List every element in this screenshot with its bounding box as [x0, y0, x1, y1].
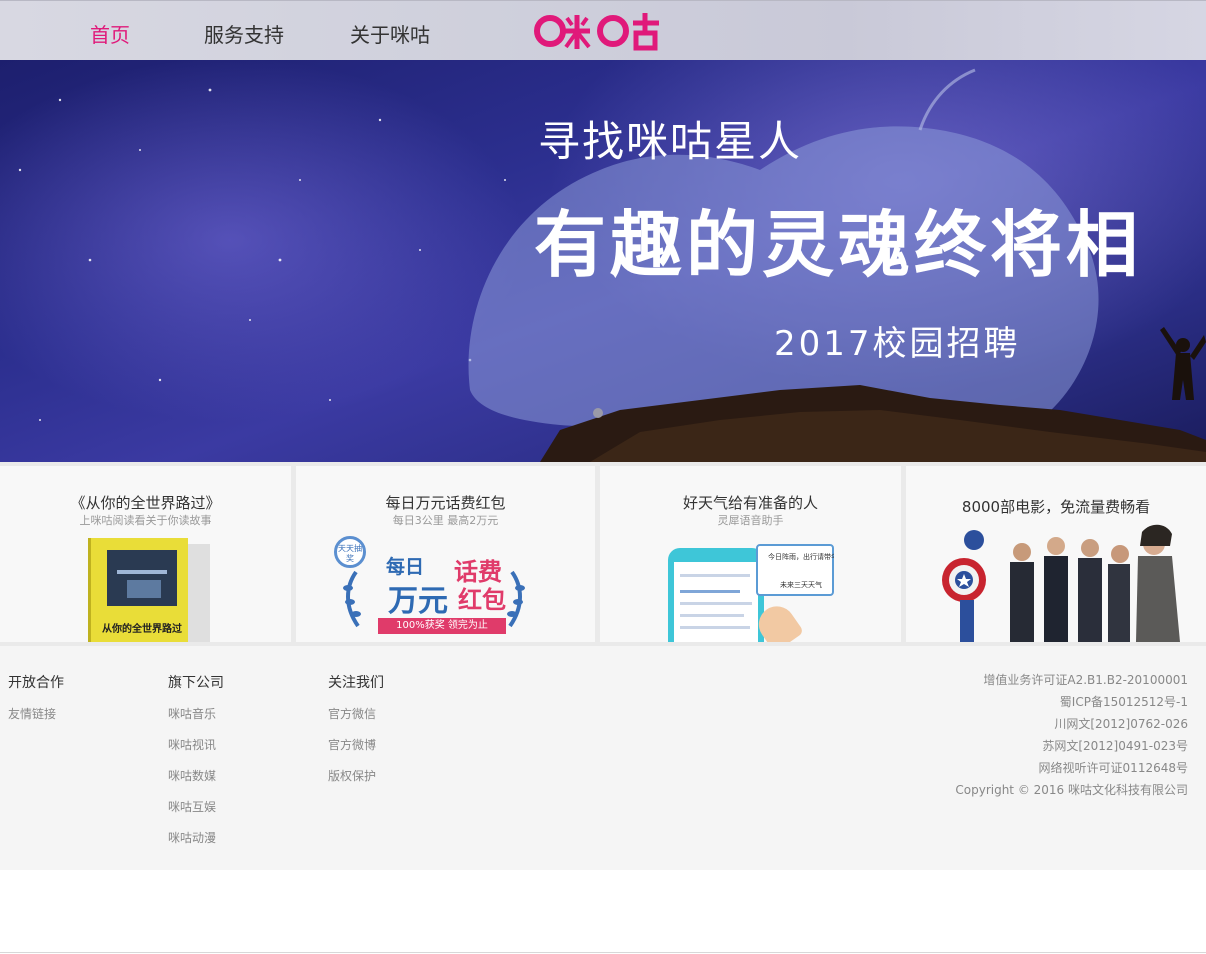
red-envelope-graphic: 天天抽奖 每日 万元 话费 红包 100%获奖 领完为止	[334, 536, 534, 640]
license-icp: 蜀ICP备15012512号-1	[1059, 695, 1188, 709]
footer-legal-info: 增值业务许可证A2.B1.B2-20100001 蜀ICP备15012512号-…	[955, 672, 1188, 804]
migu-logo[interactable]	[533, 9, 665, 53]
footer-link-friend-links[interactable]: 友情链接	[8, 706, 64, 737]
footer-col-subsidiaries: 旗下公司 咪咕音乐 咪咕视讯 咪咕数媒 咪咕互娱 咪咕动漫	[168, 672, 224, 861]
card-subtitle: 灵犀语音助手	[717, 514, 784, 527]
carousel-dot[interactable]	[593, 408, 603, 418]
promo-cards: 《从你的全世界路过》 上咪咕阅读看关于你读故事 从你的全世界路过 每日万元话费红…	[0, 462, 1206, 646]
promo-card-red-envelope[interactable]: 每日万元话费红包 每日3公里 最高2万元 天天抽奖 每日 万元 话费 红包 10…	[296, 466, 595, 642]
page-bottom-divider	[0, 952, 1206, 953]
movie-cast-image	[940, 518, 1186, 642]
license-culture-sichuan: 川网文[2012]0762-026	[1054, 717, 1188, 731]
banner-headline: 有趣的灵魂终将相	[534, 203, 1143, 287]
footer-link-migu-digital-media[interactable]: 咪咕数媒	[168, 768, 224, 799]
weather-bubble-line1: 今日阵雨，出行请带伞。	[768, 553, 834, 561]
nav-service-support[interactable]: 服务支持	[204, 19, 284, 48]
card-title: 《从你的全世界路过》	[70, 494, 221, 512]
card-title: 8000部电影，免流量费畅看	[961, 498, 1151, 516]
nav-about-migu[interactable]: 关于咪咕	[350, 19, 430, 48]
promo-card-voice-assistant[interactable]: 好天气给有准备的人 灵犀语音助手 今日阵雨，出行请带伞。 未来三天天气	[600, 466, 901, 642]
weather-bubble-line2: 未来三天天气	[780, 581, 822, 589]
nav-home[interactable]: 首页	[90, 19, 130, 48]
promo-card-book[interactable]: 《从你的全世界路过》 上咪咕阅读看关于你读故事 从你的全世界路过	[0, 466, 291, 642]
license-audiovisual: 网络视听许可证0112648号	[1038, 761, 1188, 775]
footer-col-heading: 开放合作	[8, 675, 64, 691]
banner-campaign: 2017校园招聘	[774, 324, 1021, 364]
footer-col-partnership: 开放合作 友情链接	[8, 672, 64, 737]
banner-subtitle: 寻找咪咕星人	[538, 117, 803, 166]
ribbon-label: 100%获奖 领完为止	[378, 618, 506, 634]
license-value-added: 增值业务许可证A2.B1.B2-20100001	[983, 673, 1188, 687]
footer-link-migu-entertainment[interactable]: 咪咕互娱	[168, 799, 224, 830]
movie-characters-illustration	[942, 524, 1180, 642]
footer-link-copyright-protection[interactable]: 版权保护	[328, 768, 384, 799]
weather-bubble: 今日阵雨，出行请带伞。 未来三天天气	[756, 544, 834, 596]
book-cover-image: 从你的全世界路过	[88, 538, 210, 642]
card-title: 每日万元话费红包	[385, 494, 506, 512]
card-subtitle: 上咪咕阅读看关于你读故事	[79, 514, 212, 527]
footer-link-wechat[interactable]: 官方微信	[328, 706, 384, 737]
footer-link-migu-music[interactable]: 咪咕音乐	[168, 706, 224, 737]
top-nav-bar: 首页 服务支持 关于咪咕	[0, 0, 1206, 60]
footer-col-heading: 关注我们	[328, 675, 384, 691]
promo-card-movies[interactable]: 8000部电影，免流量费畅看	[906, 466, 1206, 642]
card-subtitle: 每日3公里 最高2万元	[392, 514, 499, 527]
banner-line-amount: 万元	[388, 584, 448, 619]
copyright-notice: Copyright © 2016 咪咕文化科技有限公司	[955, 783, 1188, 797]
hero-banner[interactable]: 寻找咪咕星人 有趣的灵魂终将相 2017校园招聘	[0, 60, 1206, 462]
footer-col-heading: 旗下公司	[168, 675, 224, 691]
banner-line-daily: 每日	[386, 556, 425, 578]
site-footer: 开放合作 友情链接 旗下公司 咪咕音乐 咪咕视讯 咪咕数媒 咪咕互娱 咪咕动漫 …	[0, 646, 1206, 870]
migu-logo-mark	[534, 13, 659, 51]
footer-link-migu-video[interactable]: 咪咕视讯	[168, 737, 224, 768]
license-culture-jiangsu: 苏网文[2012]0491-023号	[1042, 739, 1188, 753]
footer-link-weibo[interactable]: 官方微博	[328, 737, 384, 768]
book-title-text: 从你的全世界路过	[102, 624, 182, 635]
card-title: 好天气给有准备的人	[682, 494, 818, 512]
footer-link-migu-animation[interactable]: 咪咕动漫	[168, 830, 224, 861]
banner-line-envelope: 红包	[458, 586, 506, 614]
phone-illustration: 今日阵雨，出行请带伞。 未来三天天气	[666, 544, 838, 642]
footer-col-follow-us: 关注我们 官方微信 官方微博 版权保护	[328, 672, 384, 799]
